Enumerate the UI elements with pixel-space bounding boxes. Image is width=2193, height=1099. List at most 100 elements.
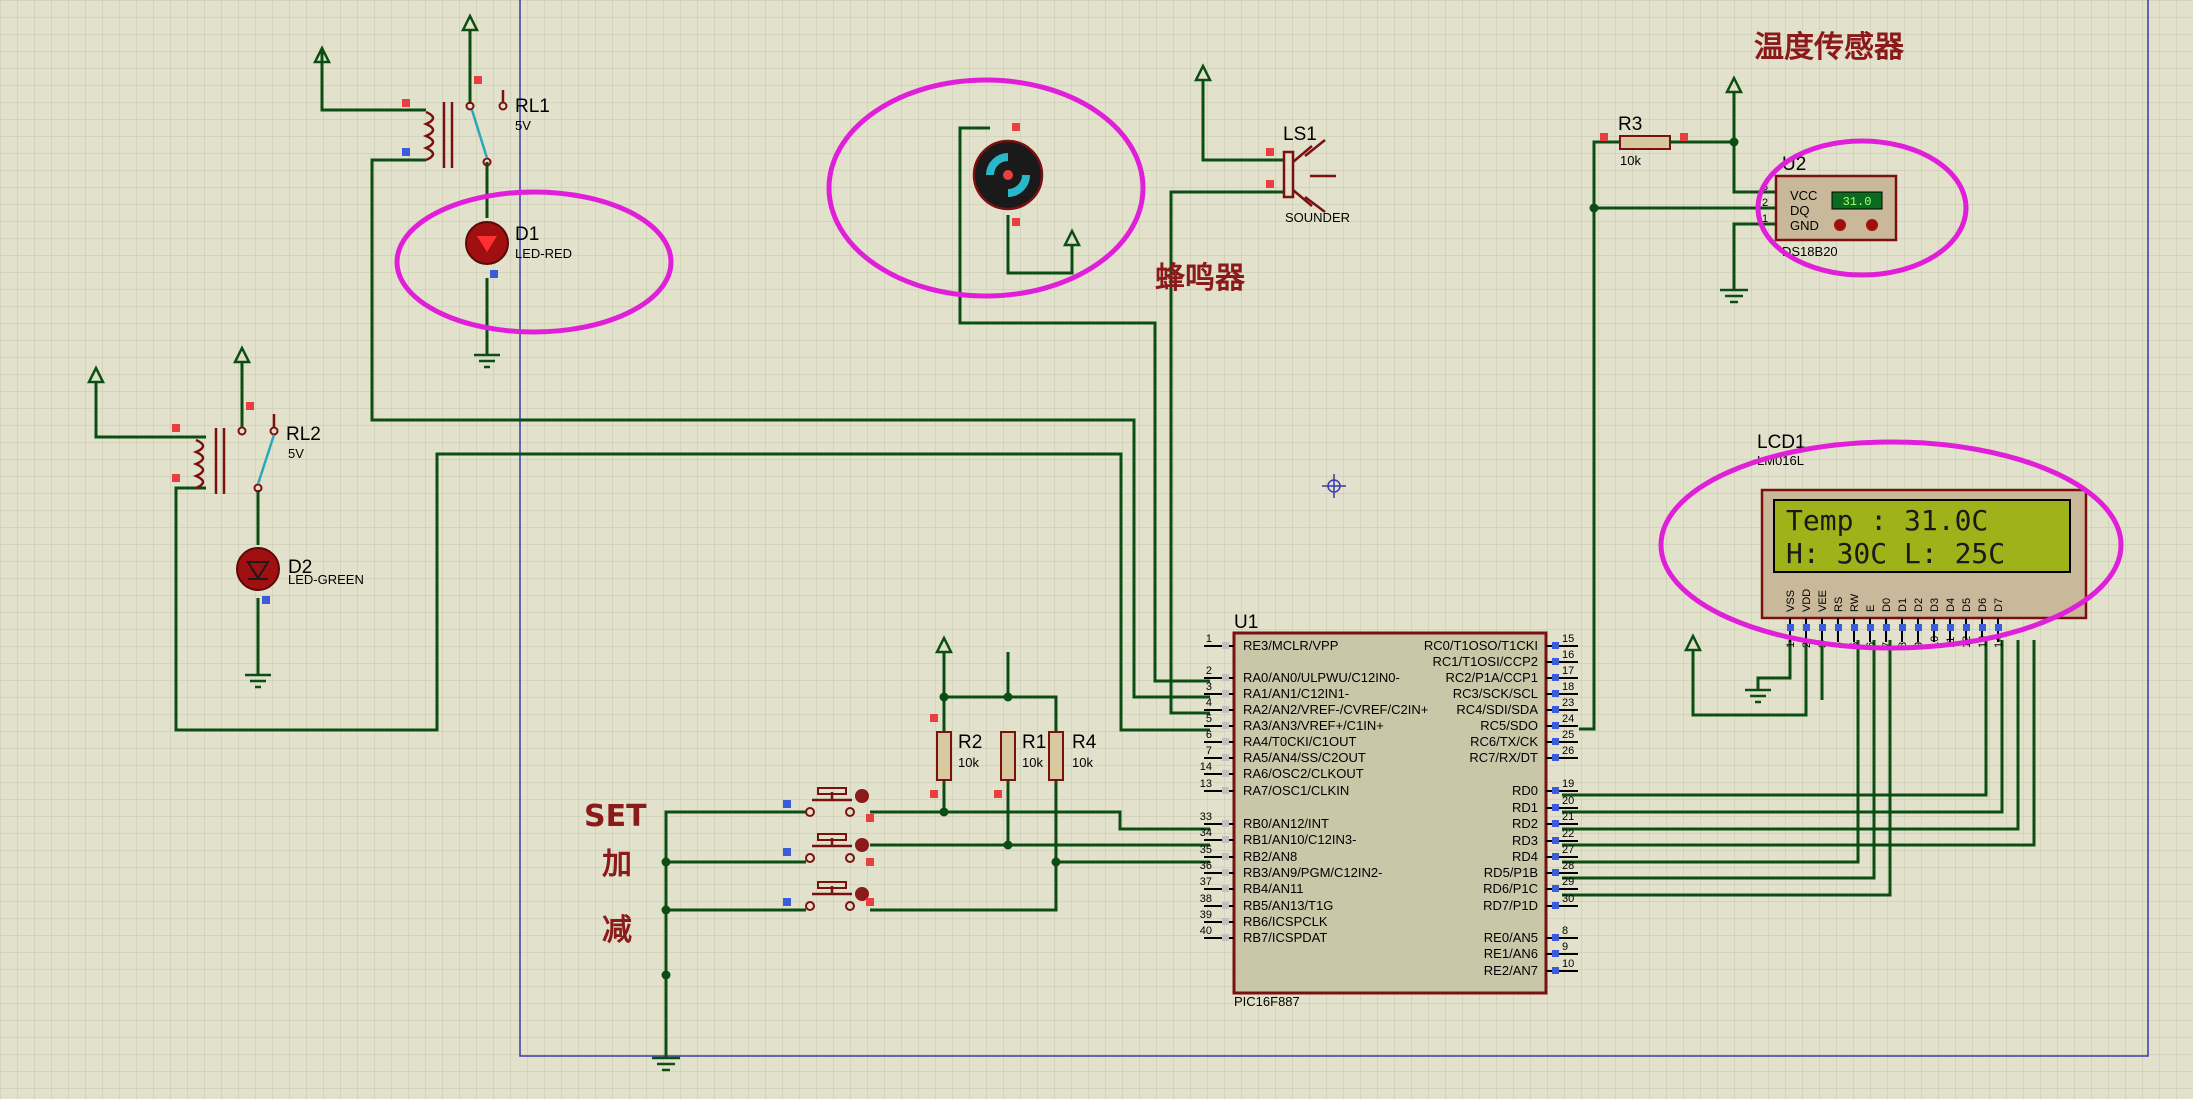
mcu-pin-name: RA1/AN1/C12IN1- <box>1243 686 1349 701</box>
mcu-pic16f887[interactable]: 1 RE3/MCLR/VPP 2 RA0/AN0/ULPWU/C12IN0- 3 RA1/… <box>1200 612 1578 1009</box>
lcd-pin-name: D7 <box>1993 598 2005 612</box>
mcu-pin-marker <box>1222 869 1229 876</box>
r4-value: 10k <box>1072 755 1093 770</box>
lcd-pin-number: 1 <box>1785 642 1797 648</box>
lcd-pin-name: RW <box>1849 593 1861 612</box>
mcu-pin-name: RD3 <box>1512 833 1538 848</box>
buzzer-ref: LS1 <box>1283 124 1317 145</box>
r2-ref: R2 <box>958 732 982 753</box>
mcu-pin-number: 29 <box>1562 876 1574 888</box>
lcd-pin-marker <box>1819 624 1826 631</box>
schematic-canvas[interactable]: RL1 5V D1 LED-RED RL2 5V D2 LED-GREEN LS… <box>0 0 2193 1099</box>
mcu-pin-number: 36 <box>1200 860 1212 872</box>
mcu-pin-number: 13 <box>1200 778 1212 790</box>
mcu-pin-name: RC5/SDO <box>1480 718 1538 733</box>
r3-value: 10k <box>1620 153 1641 168</box>
lcd-line-2: H: 30C L: 25C <box>1786 537 2005 570</box>
mcu-pin-name: RD5/P1B <box>1484 865 1538 880</box>
mcu-pin-name: RD6/P1C <box>1483 881 1538 896</box>
lcd-pin-name: D6 <box>1977 598 1989 612</box>
r1-ref: R1 <box>1022 732 1046 753</box>
mcu-pin-number: 14 <box>1200 761 1212 773</box>
mcu-pin-marker <box>1222 738 1229 745</box>
mcu-pin-name: RB6/ICSPCLK <box>1243 914 1328 929</box>
mcu-pin-name: RB4/AN11 <box>1243 881 1303 896</box>
mcu-pin-number: 8 <box>1562 925 1568 937</box>
mcu-part: PIC16F887 <box>1234 994 1300 1009</box>
sensor-pin-vcc: VCC <box>1790 188 1817 203</box>
mcu-pin-marker <box>1552 804 1559 811</box>
mcu-pin-name: RA0/AN0/ULPWU/C12IN0- <box>1243 670 1400 685</box>
mcu-pin-marker <box>1222 722 1229 729</box>
led2-value: LED-GREEN <box>288 572 364 587</box>
mcu-pin-name: RC7/RX/DT <box>1469 750 1538 765</box>
lcd-pin-marker <box>1851 624 1858 631</box>
lcd-pin-name: D4 <box>1945 598 1957 612</box>
mcu-pin-marker <box>1552 885 1559 892</box>
mcu-pin-number: 21 <box>1562 811 1574 823</box>
lcd-pin-marker <box>1883 624 1890 631</box>
mcu-pin-name: RE3/MCLR/VPP <box>1243 638 1338 653</box>
r3-ref: R3 <box>1618 114 1642 135</box>
sensor-reading: 31.0 <box>1843 195 1872 209</box>
lcd-pin-name: VSS <box>1785 590 1797 612</box>
mcu-pin-marker <box>1222 787 1229 794</box>
mcu-pin-name: RD7/P1D <box>1483 898 1538 913</box>
lcd-pin-name: D2 <box>1913 598 1925 612</box>
mcu-pin-marker <box>1222 754 1229 761</box>
label-minus: 减 <box>602 913 632 948</box>
mcu-pin-marker <box>1222 706 1229 713</box>
mcu-pin-marker <box>1222 820 1229 827</box>
mcu-pin-name: RE1/AN6 <box>1484 946 1538 961</box>
lcd-pin-marker <box>1867 624 1874 631</box>
lcd-pin-marker <box>1787 624 1794 631</box>
mcu-pin-marker <box>1552 658 1559 665</box>
mcu-pin-marker <box>1222 690 1229 697</box>
mcu-pin-name: RA5/AN4/SS/C2OUT <box>1243 750 1366 765</box>
mcu-pin-name: RA7/OSC1/CLKIN <box>1243 783 1349 798</box>
mcu-pin-name: RC6/TX/CK <box>1470 734 1538 749</box>
lcd-pin-name: D1 <box>1897 598 1909 612</box>
mcu-pin-number: 4 <box>1206 697 1212 709</box>
mcu-pin-number: 19 <box>1562 778 1574 790</box>
mcu-pin-marker <box>1552 837 1559 844</box>
mcu-pin-number: 3 <box>1206 681 1212 693</box>
sensor-pin-gnd: GND <box>1790 218 1819 233</box>
mcu-pin-name: RB3/AN9/PGM/C12IN2- <box>1243 865 1382 880</box>
mcu-pin-marker <box>1222 885 1229 892</box>
mcu-pin-name: RB2/AN8 <box>1243 849 1297 864</box>
label-plus: 加 <box>602 847 632 882</box>
lcd-pin-marker <box>1995 624 2002 631</box>
mcu-pin-number: 25 <box>1562 729 1574 741</box>
lcd-pin-marker <box>1947 624 1954 631</box>
mcu-pin-number: 37 <box>1200 876 1212 888</box>
lcd-pin-name: D5 <box>1961 598 1973 612</box>
lcd-pin-marker <box>1899 624 1906 631</box>
lcd-pin-marker <box>1915 624 1922 631</box>
mcu-pin-number: 1 <box>1206 633 1212 645</box>
mcu-pin-number: 28 <box>1562 860 1574 872</box>
mcu-pin-marker <box>1222 674 1229 681</box>
mcu-pin-name: RD4 <box>1512 849 1538 864</box>
mcu-pin-name: RB5/AN13/T1G <box>1243 898 1333 913</box>
mcu-pin-number: 39 <box>1200 909 1212 921</box>
mcu-pin-number: 30 <box>1562 893 1574 905</box>
sensor-pinnum-2: 2 <box>1762 197 1768 209</box>
lcd-line-1: Temp : 31.0C <box>1786 504 1988 537</box>
mcu-pin-marker <box>1222 934 1229 941</box>
mcu-pin-number: 5 <box>1206 713 1212 725</box>
mcu-pin-marker <box>1222 853 1229 860</box>
r1-value: 10k <box>1022 755 1043 770</box>
mcu-pin-name: RB0/AN12/INT <box>1243 816 1329 831</box>
mcu-pin-number: 35 <box>1200 844 1212 856</box>
mcu-pin-number: 34 <box>1200 827 1212 839</box>
mcu-pin-number: 6 <box>1206 729 1212 741</box>
mcu-pin-number: 33 <box>1200 811 1212 823</box>
mcu-pin-name: RE0/AN5 <box>1484 930 1538 945</box>
relay1-ref: RL1 <box>515 96 550 117</box>
mcu-pin-marker <box>1222 770 1229 777</box>
r2-value: 10k <box>958 755 979 770</box>
lcd-pin-marker <box>1963 624 1970 631</box>
mcu-pin-name: RC3/SCK/SCL <box>1453 686 1538 701</box>
mcu-pin-name: RC2/P1A/CCP1 <box>1446 670 1538 685</box>
